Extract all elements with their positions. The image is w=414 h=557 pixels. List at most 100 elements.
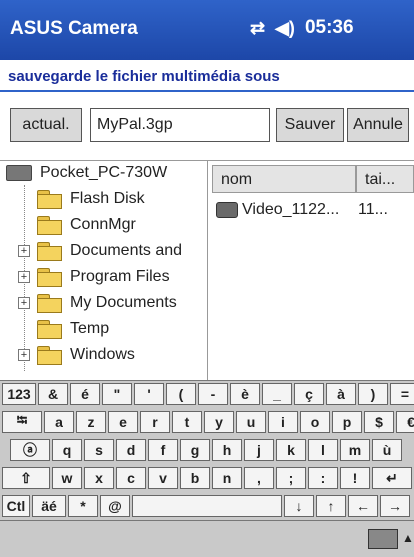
key[interactable]: b xyxy=(180,467,210,489)
tree-item-label: My Documents xyxy=(70,294,177,311)
key[interactable]: à xyxy=(326,383,356,405)
key[interactable]: & xyxy=(38,383,68,405)
tree-item-label: Flash Disk xyxy=(70,190,145,207)
expand-icon[interactable]: + xyxy=(18,297,30,309)
key[interactable]: p xyxy=(332,411,362,433)
folder-icon xyxy=(36,294,62,313)
key[interactable]: k xyxy=(276,439,306,461)
tree-item-label: Program Files xyxy=(70,268,170,285)
file-name: Video_1122... xyxy=(242,201,340,218)
key[interactable]: ⇧ xyxy=(2,467,50,489)
key[interactable]: 123 xyxy=(2,383,36,405)
key[interactable]: d xyxy=(116,439,146,461)
key[interactable]: m xyxy=(340,439,370,461)
key[interactable]: q xyxy=(52,439,82,461)
tree-root[interactable]: Pocket_PC-730W xyxy=(6,161,167,185)
key[interactable]: _ xyxy=(262,383,292,405)
key[interactable]: ↓ xyxy=(284,495,314,517)
key[interactable]: z xyxy=(76,411,106,433)
key[interactable]: ù xyxy=(372,439,402,461)
tree-item-connmgr[interactable]: ConnMgr xyxy=(36,213,136,237)
key[interactable]: ( xyxy=(166,383,196,405)
key[interactable]: è xyxy=(230,383,260,405)
column-header-size[interactable]: tai... xyxy=(356,165,414,193)
key[interactable]: é xyxy=(70,383,100,405)
column-header-name[interactable]: nom xyxy=(212,165,356,193)
key[interactable]: → xyxy=(380,495,410,517)
volume-icon[interactable]: ◀) xyxy=(275,18,295,39)
tree-item-my-documents[interactable]: My Documents xyxy=(36,291,177,315)
key[interactable]: ⓐ xyxy=(10,439,50,461)
current-folder-button[interactable]: actual. xyxy=(10,108,82,142)
key[interactable]: $ xyxy=(364,411,394,433)
key[interactable]: j xyxy=(244,439,274,461)
key[interactable]: x xyxy=(84,467,114,489)
folder-icon xyxy=(36,216,62,235)
tree-item-program-files[interactable]: Program Files xyxy=(36,265,170,289)
key[interactable]: - xyxy=(198,383,228,405)
tree-item-temp[interactable]: Temp xyxy=(36,317,109,341)
app-title[interactable]: ASUS Camera xyxy=(10,18,138,40)
folder-icon xyxy=(36,190,62,209)
key[interactable]: e xyxy=(108,411,138,433)
expand-icon[interactable]: + xyxy=(18,349,30,361)
key[interactable]: o xyxy=(300,411,330,433)
key[interactable]: n xyxy=(212,467,242,489)
key[interactable]: äé xyxy=(32,495,66,517)
key[interactable]: s xyxy=(84,439,114,461)
device-icon xyxy=(6,165,32,181)
key[interactable]: * xyxy=(68,495,98,517)
key[interactable]: @ xyxy=(100,495,130,517)
video-file-icon xyxy=(216,202,238,218)
key[interactable]: ← xyxy=(348,495,378,517)
system-tray: ⇄ ◀) 05:36 xyxy=(250,17,354,39)
key[interactable]: r xyxy=(140,411,170,433)
clock[interactable]: 05:36 xyxy=(305,17,354,39)
key[interactable]: v xyxy=(148,467,178,489)
save-button[interactable]: Sauver xyxy=(276,108,344,142)
expand-icon[interactable]: + xyxy=(18,245,30,257)
key[interactable]: u xyxy=(236,411,266,433)
key[interactable]: Ctl xyxy=(2,495,30,517)
key[interactable]: , xyxy=(244,467,274,489)
key[interactable]: c xyxy=(116,467,146,489)
tree-item-label: Windows xyxy=(70,346,135,363)
folder-tree[interactable]: Pocket_PC-730W Flash Disk ConnMgr + Docu… xyxy=(0,160,208,380)
key[interactable]: i xyxy=(268,411,298,433)
key[interactable]: w xyxy=(52,467,82,489)
key[interactable]: h xyxy=(212,439,242,461)
key[interactable]: = xyxy=(390,383,414,405)
key[interactable]: ⭾ xyxy=(2,411,42,433)
folder-icon xyxy=(36,320,62,339)
key[interactable]: g xyxy=(180,439,210,461)
file-list[interactable]: nom tai... Video_1122... 11... xyxy=(208,160,414,380)
key[interactable]: : xyxy=(308,467,338,489)
file-size: 11... xyxy=(358,201,388,218)
key[interactable]: ' xyxy=(134,383,164,405)
expand-icon[interactable]: + xyxy=(18,271,30,283)
connectivity-icon[interactable]: ⇄ xyxy=(250,18,265,39)
file-row[interactable]: Video_1122... xyxy=(216,201,339,219)
key[interactable]: ↵ xyxy=(372,467,412,489)
keyboard-icon[interactable] xyxy=(368,529,398,549)
key[interactable]: y xyxy=(204,411,234,433)
filename-input[interactable]: MyPal.3gp xyxy=(90,108,270,142)
key[interactable]: ç xyxy=(294,383,324,405)
key[interactable]: a xyxy=(44,411,74,433)
tree-item-windows[interactable]: Windows xyxy=(36,343,135,367)
key[interactable]: " xyxy=(102,383,132,405)
space-key[interactable] xyxy=(132,495,282,517)
key[interactable]: ) xyxy=(358,383,388,405)
tree-item-flash-disk[interactable]: Flash Disk xyxy=(36,187,145,211)
title-bar: ASUS Camera ⇄ ◀) 05:36 xyxy=(0,0,414,60)
key[interactable]: l xyxy=(308,439,338,461)
key[interactable]: ; xyxy=(276,467,306,489)
key[interactable]: ↑ xyxy=(316,495,346,517)
key[interactable]: t xyxy=(172,411,202,433)
key[interactable]: € xyxy=(396,411,414,433)
key[interactable]: f xyxy=(148,439,178,461)
input-menu-arrow-icon[interactable]: ▲ xyxy=(402,531,414,545)
tree-item-documents[interactable]: Documents and xyxy=(36,239,182,263)
key[interactable]: ! xyxy=(340,467,370,489)
cancel-button[interactable]: Annule xyxy=(347,108,409,142)
